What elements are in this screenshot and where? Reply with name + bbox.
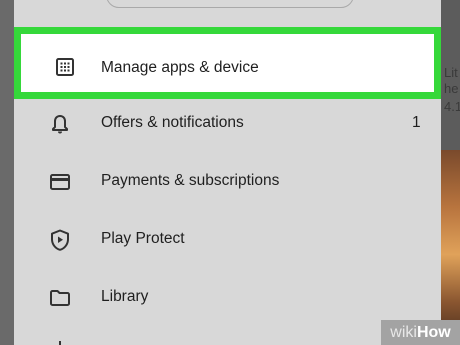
watermark-how: How bbox=[416, 323, 451, 341]
background-app-text: he bbox=[444, 81, 459, 96]
grid-icon bbox=[53, 55, 77, 79]
menu-item-offers[interactable]: Offers & notifications 1 bbox=[14, 93, 441, 151]
bell-icon bbox=[48, 112, 72, 136]
menu-item-label: Play Protect bbox=[101, 230, 185, 247]
shield-play-icon bbox=[48, 228, 72, 252]
menu-item-manage-apps[interactable]: Manage apps & device bbox=[14, 27, 441, 99]
menu-item-label: Offers & notifications bbox=[101, 114, 244, 131]
credit-card-icon bbox=[48, 170, 72, 194]
menu-item-play-protect[interactable]: Play Protect bbox=[14, 209, 441, 267]
background-app-text: 4.1 bbox=[444, 99, 460, 114]
account-pill[interactable] bbox=[106, 0, 354, 8]
menu-item-library[interactable]: Library bbox=[14, 267, 441, 325]
menu-item-payments[interactable]: Payments & subscriptions bbox=[14, 151, 441, 209]
background-app-text: Lit bbox=[444, 65, 458, 80]
background-app-thumbnail bbox=[441, 150, 460, 340]
background-app-left bbox=[0, 0, 14, 345]
watermark-wiki: wiki bbox=[390, 323, 417, 341]
menu-item-label: Payments & subscriptions bbox=[101, 172, 280, 189]
notification-count-badge: 1 bbox=[412, 114, 421, 131]
folder-icon bbox=[48, 286, 72, 310]
wikihow-watermark: wiki How bbox=[381, 320, 460, 345]
menu-item-label: Library bbox=[101, 288, 149, 305]
navigation-drawer: Manage apps & device Offers & notificati… bbox=[14, 0, 441, 345]
menu-item-label: Manage apps & device bbox=[101, 59, 259, 76]
menu-item-next-partial[interactable] bbox=[50, 339, 70, 345]
